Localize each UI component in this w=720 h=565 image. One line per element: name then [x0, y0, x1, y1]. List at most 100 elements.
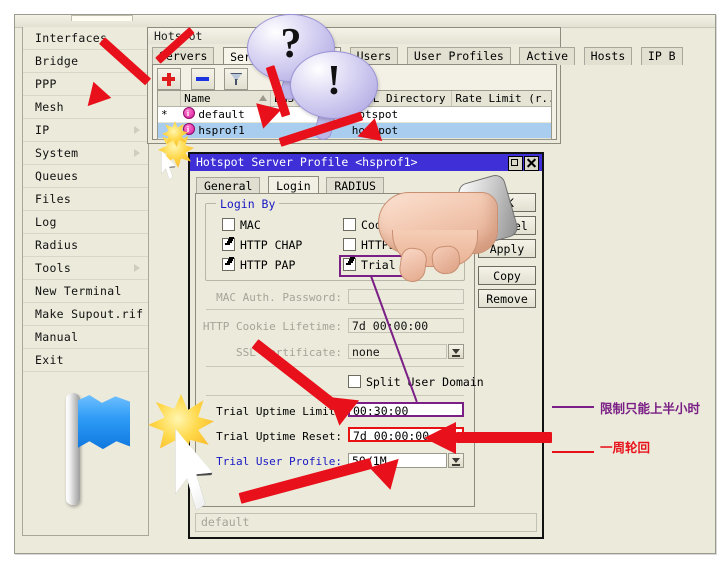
cancel-button[interactable]: Cancel: [478, 216, 536, 235]
menu-item-bridge[interactable]: Bridge: [23, 50, 148, 73]
remove-button[interactable]: [190, 68, 215, 90]
checkbox-mac[interactable]: MAC: [222, 218, 261, 232]
trial-user-profile-dropdown-icon[interactable]: [448, 453, 464, 468]
menu-item-tools[interactable]: Tools: [23, 257, 148, 280]
maximize-icon[interactable]: [508, 156, 523, 171]
hotspot-window: Hotspot Servers Server Profiles Users Us…: [147, 27, 683, 144]
divider: [206, 309, 464, 310]
apply-button[interactable]: Apply: [478, 239, 536, 258]
copy-button[interactable]: Copy: [478, 266, 536, 285]
column-header-flag[interactable]: [158, 91, 182, 106]
flag-cloth: [78, 395, 130, 450]
tab-user-profiles[interactable]: User Profiles: [406, 47, 511, 65]
close-icon[interactable]: [524, 156, 539, 171]
chevron-right-icon: [134, 126, 140, 134]
dialog-body: Login By MAC HTTP CHAP HTTP PAP Cookie H…: [195, 193, 484, 507]
menu-item-new-terminal[interactable]: New Terminal: [23, 280, 148, 303]
trial-uptime-reset-label: Trial Uptime Reset:: [216, 430, 342, 443]
remove-button[interactable]: Remove: [478, 289, 536, 308]
dialog-title-bar: Hotspot Server Profile <hsprof1>: [190, 154, 542, 171]
checkbox-box: [222, 258, 235, 271]
filter-icon[interactable]: [224, 68, 249, 90]
tab-label: Login: [276, 179, 311, 193]
checkbox-split-user-domain[interactable]: Split User Domain: [348, 375, 484, 389]
tab-servers[interactable]: Servers: [152, 47, 215, 65]
menu-item-label: New Terminal: [35, 284, 122, 298]
table-row[interactable]: hsprof1 hotspot: [158, 123, 551, 139]
menu-item-label: Make Supout.rif: [35, 307, 144, 321]
checkbox-box: [222, 238, 235, 251]
tab-label: Users: [356, 49, 392, 63]
trial-uptime-reset-input[interactable]: 7d 00:00:00: [348, 427, 464, 442]
tab-radius[interactable]: RADIUS: [326, 177, 384, 194]
menu-item-label: Log: [35, 215, 57, 229]
flag-graphic: [50, 383, 130, 508]
chevron-right-icon: [134, 149, 140, 157]
menu-item-ip[interactable]: IP: [23, 119, 148, 142]
tab-hosts[interactable]: Hosts: [583, 47, 633, 65]
checkbox-http-pap[interactable]: HTTP PAP: [222, 258, 295, 272]
menu-item-queues[interactable]: Queues: [23, 165, 148, 188]
menu-item-radius[interactable]: Radius: [23, 234, 148, 257]
add-button[interactable]: [157, 68, 181, 90]
menu-item-manual[interactable]: Manual: [23, 326, 148, 349]
menu-item-files[interactable]: Files: [23, 188, 148, 211]
ssl-certificate-input[interactable]: none: [348, 344, 447, 359]
checkbox-http-chap[interactable]: HTTP CHAP: [222, 238, 302, 252]
menu-item-log[interactable]: Log: [23, 211, 148, 234]
trial-user-profile-label: Trial User Profile:: [216, 455, 342, 468]
ok-button[interactable]: OK: [478, 193, 536, 212]
row-name: hsprof1: [180, 123, 270, 138]
chevron-right-icon: [134, 264, 140, 272]
hotspot-server-profile-dialog: Hotspot Server Profile <hsprof1> General…: [188, 152, 544, 539]
column-header-label: Name: [184, 92, 211, 105]
checkbox-label: Cookie: [361, 218, 403, 232]
checkbox-box: [348, 375, 361, 388]
menu-item-label: Interfaces: [35, 31, 108, 45]
profile-icon: [183, 107, 196, 121]
row-name: default: [180, 107, 270, 122]
trial-user-profile-input[interactable]: 50/1M: [348, 453, 447, 468]
menu-item-exit[interactable]: Exit: [23, 349, 148, 372]
row-rate-limit: [451, 107, 551, 122]
tab-label: Active: [526, 49, 569, 63]
ssl-certificate-label: SSL Certificate:: [236, 346, 342, 359]
row-flag: *: [161, 108, 168, 121]
ssl-certificate-dropdown-icon[interactable]: [448, 344, 464, 359]
checkbox-trial[interactable]: Trial: [339, 255, 409, 277]
checkbox-box: [343, 238, 356, 251]
checkbox-https[interactable]: HTTPS: [343, 238, 396, 252]
menu-item-interfaces[interactable]: Interfaces: [23, 27, 148, 50]
column-header-name[interactable]: Name: [181, 91, 272, 106]
column-header-dns-name[interactable]: DNS Name: [271, 91, 350, 106]
column-header-html-directory[interactable]: HTML Directory: [350, 91, 453, 106]
row-html-directory: hotspot: [351, 124, 399, 137]
menu-item-label: Radius: [35, 238, 79, 252]
row-dns-name: [270, 123, 348, 138]
tab-active[interactable]: Active: [519, 47, 576, 65]
mac-auth-password-input[interactable]: [348, 289, 464, 304]
menu-item-ppp[interactable]: PPP: [23, 73, 148, 96]
checkbox-cookie[interactable]: Cookie: [343, 218, 403, 232]
column-header-rate-limit[interactable]: Rate Limit (r...: [452, 91, 551, 106]
checkbox-label: HTTP PAP: [240, 258, 296, 272]
menu-item-label: Tools: [35, 261, 72, 275]
tab-general[interactable]: General: [196, 177, 261, 194]
menu-item-mesh[interactable]: Mesh: [23, 96, 148, 119]
row-dns-name: [270, 107, 348, 122]
menu-item-label: Files: [35, 192, 72, 206]
tab-users[interactable]: Users: [349, 47, 399, 65]
menu-item-system[interactable]: System: [23, 142, 148, 165]
table-row[interactable]: * default hotspot: [158, 107, 551, 123]
checkbox-label: HTTPS: [361, 238, 396, 252]
tab-ip-bindings[interactable]: IP B: [640, 47, 683, 65]
window-tab-stub[interactable]: [71, 15, 133, 21]
tab-label: IP B: [647, 49, 676, 63]
hotspot-window-title: Hotspot: [148, 28, 560, 44]
divider: [206, 366, 464, 367]
menu-item-make-supout[interactable]: Make Supout.rif: [23, 303, 148, 326]
dialog-tabbar: General Login RADIUS: [196, 174, 385, 196]
trial-uptime-limit-input[interactable]: 00:30:00: [348, 402, 464, 417]
http-cookie-lifetime-input[interactable]: 7d 00:00:00: [348, 318, 464, 333]
checkbox-box: [222, 218, 235, 231]
